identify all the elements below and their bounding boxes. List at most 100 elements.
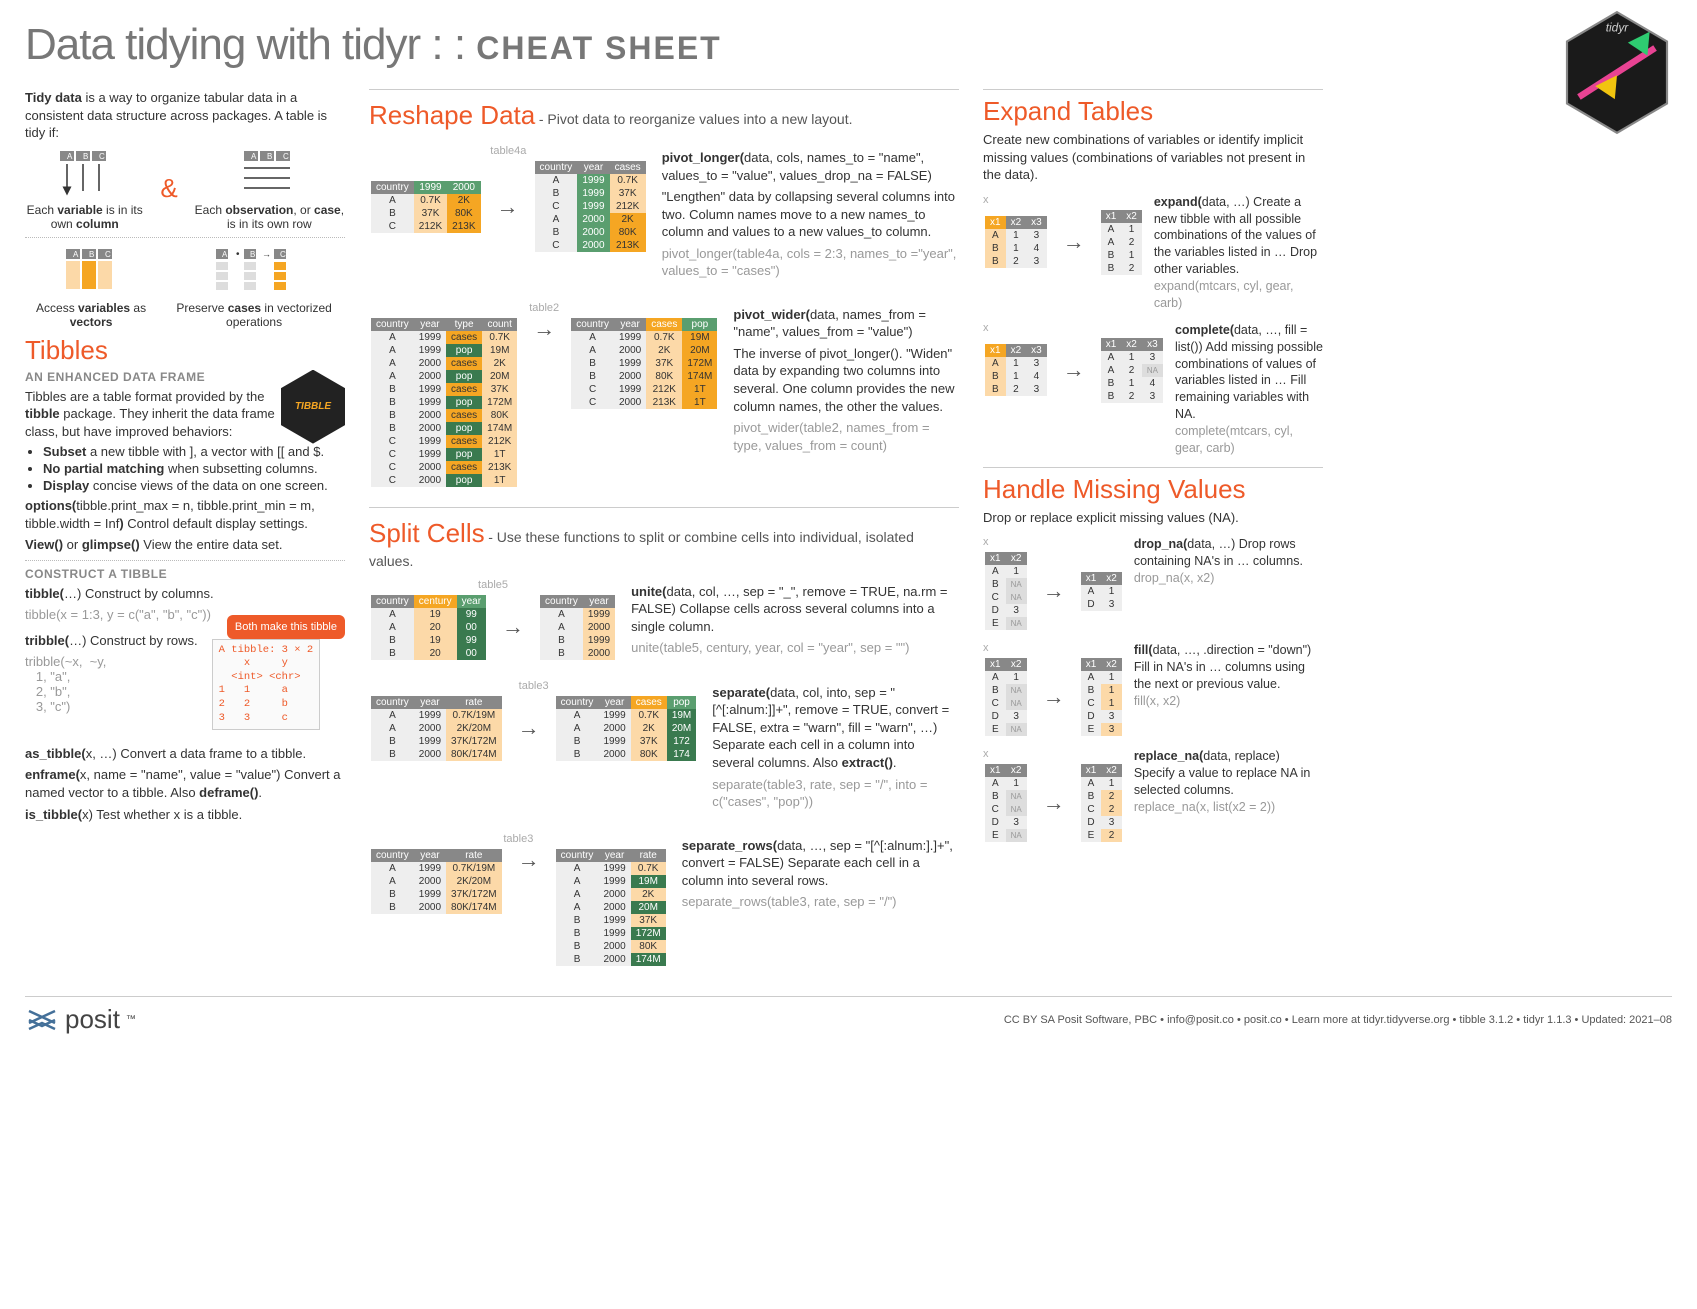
arrow-icon: → xyxy=(1035,790,1073,816)
arrow-icon: → xyxy=(1035,684,1073,710)
page-title: Data tidying with tidyr : : CHEAT SHEET xyxy=(25,20,1672,70)
observation-row-icon: A B C xyxy=(239,146,299,196)
complete-input: x1x2x3A13B14B23 xyxy=(985,344,1047,396)
vectors-icon: A B C xyxy=(61,244,121,294)
table5-input: countrycenturyyearA1999A2000B1999B2000 xyxy=(371,595,486,660)
svg-text:C: C xyxy=(283,152,289,161)
svg-text:A: A xyxy=(251,152,257,161)
table3-input-2: countryyearrateA19990.7K/19MA20002K/20MB… xyxy=(371,849,502,914)
arrow-icon: → xyxy=(1055,357,1093,383)
reshape-sub: - Pivot data to reorganize values into a… xyxy=(539,111,853,127)
table4a-label: table4a xyxy=(369,145,648,157)
x-label: x xyxy=(983,642,1124,654)
table5-output: countryyearA1999A2000B1999B2000 xyxy=(540,595,615,660)
intro-text: Tidy data is a way to organize tabular d… xyxy=(25,89,345,142)
expand-intro: Create new combinations of variables or … xyxy=(983,131,1323,184)
separate-sig: separate(data, col, into, sep = "[^[:aln… xyxy=(712,684,959,772)
arrow-icon: → xyxy=(494,614,532,640)
view-line: View() or glimpse() View the entire data… xyxy=(25,536,345,554)
svg-text:A: A xyxy=(73,250,79,259)
dropna-input: x1x2A1BNACNAD3ENA xyxy=(985,552,1027,630)
svg-text:tidyr: tidyr xyxy=(1606,21,1630,35)
caption-variable: Each variable is in its own column xyxy=(25,203,144,231)
table2-output: countryyearcasespopA19990.7K19MA20002K20… xyxy=(571,318,717,409)
svg-text:A: A xyxy=(222,250,228,259)
svg-text:A: A xyxy=(67,152,73,161)
svg-text:•: • xyxy=(236,249,240,260)
footer-text: CC BY SA Posit Software, PBC • info@posi… xyxy=(1004,1014,1672,1026)
x-label: x xyxy=(983,748,1124,760)
svg-text:C: C xyxy=(280,250,286,259)
options-line: options(tibble.print_max = n, tibble.pri… xyxy=(25,497,345,532)
cases-icon: A • B → C xyxy=(214,244,294,294)
table3-output: countryyearcasespopA19990.7K19MA20002K20… xyxy=(556,696,697,761)
istibble-line: is_tibble(x) Test whether x is a tibble. xyxy=(25,806,345,824)
arrow-icon: → xyxy=(525,316,563,342)
variable-column-icon: A B C xyxy=(55,146,115,196)
svg-text:→: → xyxy=(262,249,271,259)
svg-text:B: B xyxy=(83,152,88,161)
separate-ex: separate(table3, rate, sep = "/", into =… xyxy=(712,776,959,811)
construct-heading: CONSTRUCT A TIBBLE xyxy=(25,567,345,581)
tidyr-hex-logo: tidyr xyxy=(1562,10,1672,135)
astibble-line: as_tibble(x, …) Convert a data frame to … xyxy=(25,745,345,763)
fill-output: x1x2A1B1C1D3E3 xyxy=(1081,658,1122,736)
pivot-wider-ex: pivot_wider(table2, names_from = type, v… xyxy=(733,419,959,454)
tibbles-heading: Tibbles xyxy=(25,335,345,366)
table2-label: table2 xyxy=(369,302,719,314)
arrow-icon: → xyxy=(1035,578,1073,604)
pivot-longer-desc: "Lengthen" data by collapsing several co… xyxy=(662,188,959,241)
table4a-output: countryyearcasesA19990.7KB199937KC199921… xyxy=(535,161,646,252)
tibble-func: tibble(…) Construct by columns. xyxy=(25,585,345,603)
pivot-longer-ex: pivot_longer(table4a, cols = 2:3, names_… xyxy=(662,245,959,280)
arrow-icon: → xyxy=(510,847,548,873)
reshape-heading: Reshape Data xyxy=(369,100,535,131)
unite-ex: unite(table5, century, year, col = "year… xyxy=(631,639,959,657)
table3-label-2: table3 xyxy=(369,833,668,845)
fill-input: x1x2A1BNACNAD3ENA xyxy=(985,658,1027,736)
svg-text:B: B xyxy=(89,250,94,259)
expand-output: x1x2A1A2B1B2 xyxy=(1101,210,1142,275)
complete-output: x1x2x3A13A2NAB14B23 xyxy=(1101,338,1163,403)
replacena-input: x1x2A1BNACNAD3ENA xyxy=(985,764,1027,842)
svg-text:C: C xyxy=(99,152,105,161)
x-label: x xyxy=(983,194,1144,206)
svg-text:B: B xyxy=(267,152,272,161)
seprows-sig: separate_rows(data, …, sep = "[^[:alnum:… xyxy=(682,837,959,890)
expand-heading: Expand Tables xyxy=(983,96,1323,127)
table5-label: table5 xyxy=(369,579,617,591)
ampersand: & xyxy=(150,173,187,204)
table3-input: countryyearrateA19990.7K/19MA20002K/20MB… xyxy=(371,696,502,761)
seprows-output: countryyearrateA19990.7KA199919MA20002KA… xyxy=(556,849,666,966)
replacena-output: x1x2A1B2C2D3E2 xyxy=(1081,764,1122,842)
expand-input: x1x2x3A13B14B23 xyxy=(985,216,1047,268)
seprows-ex: separate_rows(table3, rate, sep = "/") xyxy=(682,893,959,911)
pivot-wider-sig: pivot_wider(data, names_from = "name", v… xyxy=(733,306,959,341)
missing-intro: Drop or replace explicit missing values … xyxy=(983,509,1323,527)
tribble-output: A tibble: 3 × 2 x y <int> <chr> 1 1 a 2 … xyxy=(212,639,321,731)
x-label: x xyxy=(983,536,1124,548)
table4a-input: country19992000A0.7K2KB37K80KC212K213K xyxy=(371,181,481,233)
arrow-icon: → xyxy=(1055,229,1093,255)
unite-sig: unite(data, col, …, sep = "_", remove = … xyxy=(631,583,959,636)
caption-vectors: Access variables as vectors xyxy=(25,301,157,329)
svg-text:B: B xyxy=(250,250,255,259)
split-heading: Split Cells xyxy=(369,518,485,549)
x-label: x xyxy=(983,322,1165,334)
dropna-output: x1x2A1D3 xyxy=(1081,572,1122,611)
missing-heading: Handle Missing Values xyxy=(983,474,1323,505)
arrow-icon: → xyxy=(489,194,527,220)
posit-logo: posit™ xyxy=(25,1003,136,1037)
pivot-longer-sig: pivot_longer(data, cols, names_to = "nam… xyxy=(662,149,959,184)
tribble-example: tribble(~x, ~y, 1, "a", 2, "b", 3, "c") xyxy=(25,654,198,714)
tribble-func: tribble(…) Construct by rows. xyxy=(25,632,198,650)
caption-cases: Preserve cases in vectorized operations xyxy=(163,301,345,329)
enframe-line: enframe(x, name = "name", value = "value… xyxy=(25,766,345,801)
callout-bubble: Both make this tibble xyxy=(227,615,345,639)
tibbles-bullets: Subset a new tibble with ], a vector wit… xyxy=(43,444,345,493)
arrow-icon: → xyxy=(510,715,548,741)
svg-text:C: C xyxy=(105,250,111,259)
caption-observation: Each observation, or case, is in its own… xyxy=(194,203,345,231)
table3-label: table3 xyxy=(369,680,698,692)
pivot-wider-desc: The inverse of pivot_longer(). "Widen" d… xyxy=(733,345,959,415)
